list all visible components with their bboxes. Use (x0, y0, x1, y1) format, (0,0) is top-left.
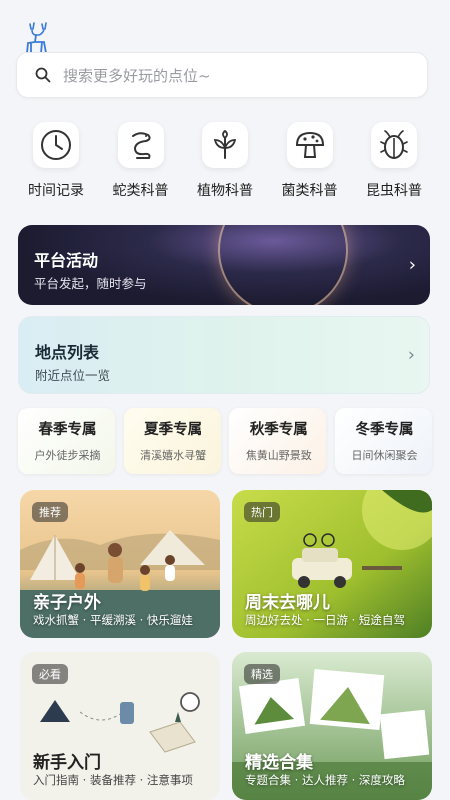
card-beginner-guide[interactable]: 必看 新手入门 入门指南 · 装备推荐 · 注意事项 (20, 652, 220, 800)
chevron-right-icon: › (407, 344, 415, 366)
card-title: 精选合集 (245, 753, 313, 773)
search-placeholder[interactable]: 搜索更多好玩的点位~ (63, 65, 211, 86)
snake-icon (117, 122, 164, 168)
card-subtitle: 周边好去处 · 一日游 · 短途自驾 (245, 613, 405, 627)
season-title: 春季专属 (38, 422, 97, 438)
clock-icon (33, 122, 79, 168)
season-subtitle: 焦黄山野景致 (245, 449, 312, 462)
card-subtitle: 入门指南 · 装备推荐 · 注意事项 (33, 773, 193, 787)
card-family-outdoor[interactable]: 推荐 亲子户外 戏水抓蟹 · 平缓溯溪 · 快乐遛娃 (20, 490, 220, 638)
card-tag: 热门 (244, 502, 280, 522)
card-title: 周末去哪儿 (245, 593, 330, 613)
category-mushroom[interactable]: 菌类科普 (270, 122, 350, 200)
banner-subtitle: 平台发起，随时参与 (34, 276, 147, 291)
deer-logo-icon (22, 22, 52, 56)
season-card-spring[interactable]: 春季专属 户外徒步采摘 (18, 408, 115, 474)
season-title: 冬季专属 (355, 422, 414, 438)
platform-activity-banner[interactable]: 平台活动 平台发起，随时参与 › (18, 225, 430, 305)
category-row: 时间记录 蛇类科普 植物科普 菌类科普 昆虫科普 (16, 122, 434, 200)
planet-glow-decoration (218, 225, 348, 305)
season-title: 夏季专属 (144, 422, 203, 438)
location-list-banner[interactable]: 地点列表 附近点位一览 › (18, 316, 430, 394)
search-icon (35, 67, 51, 83)
mushroom-icon (286, 122, 333, 168)
beetle-icon (371, 122, 417, 168)
season-title: 秋季专属 (249, 422, 308, 438)
category-insect[interactable]: 昆虫科普 (354, 122, 434, 200)
season-subtitle: 清溪嬉水寻蟹 (140, 449, 207, 462)
season-subtitle: 户外徒步采摘 (34, 449, 101, 462)
category-time-record[interactable]: 时间记录 (16, 122, 96, 200)
card-title: 新手入门 (33, 753, 101, 773)
season-subtitle: 日间休闲聚会 (351, 449, 418, 462)
plant-icon (202, 122, 248, 168)
category-label: 菌类科普 (281, 183, 338, 199)
category-plant[interactable]: 植物科普 (185, 122, 265, 200)
chevron-right-icon: › (408, 254, 416, 276)
category-label: 时间记录 (28, 183, 84, 199)
banner-title: 平台活动 (34, 251, 99, 270)
category-label: 植物科普 (197, 183, 253, 199)
card-tag: 精选 (244, 664, 280, 684)
card-subtitle: 戏水抓蟹 · 平缓溯溪 · 快乐遛娃 (33, 613, 193, 627)
season-row: 春季专属 户外徒步采摘 夏季专属 清溪嬉水寻蟹 秋季专属 焦黄山野景致 冬季专属… (18, 408, 432, 474)
card-tag: 推荐 (32, 502, 68, 522)
card-featured-collection[interactable]: 精选 精选合集 专题合集 · 达人推荐 · 深度攻略 (232, 652, 432, 800)
category-snake[interactable]: 蛇类科普 (101, 122, 181, 200)
banner-subtitle: 附近点位一览 (35, 368, 111, 383)
banner-title: 地点列表 (35, 343, 100, 362)
season-card-autumn[interactable]: 秋季专属 焦黄山野景致 (229, 408, 327, 474)
search-bar[interactable]: 搜索更多好玩的点位~ (16, 52, 428, 98)
card-subtitle: 专题合集 · 达人推荐 · 深度攻略 (245, 773, 405, 787)
card-title: 亲子户外 (33, 593, 101, 613)
category-label: 昆虫科普 (366, 183, 422, 199)
category-label: 蛇类科普 (112, 183, 169, 199)
season-card-winter[interactable]: 冬季专属 日间休闲聚会 (334, 408, 432, 474)
card-tag: 必看 (32, 664, 68, 684)
card-weekend-trip[interactable]: 热门 周末去哪儿 周边好去处 · 一日游 · 短途自驾 (232, 490, 432, 638)
season-card-summer[interactable]: 夏季专属 清溪嬉水寻蟹 (123, 408, 221, 474)
